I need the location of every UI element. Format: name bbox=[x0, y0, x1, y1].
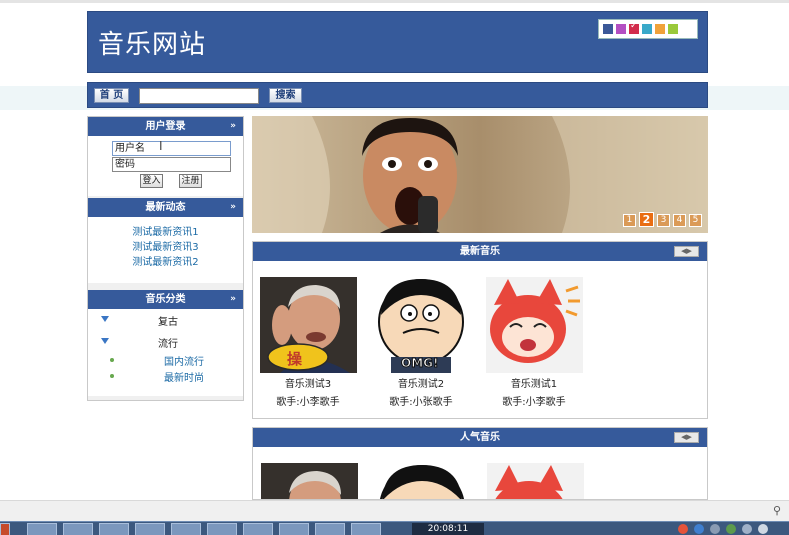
music-artist: 歌手:小张歌手 bbox=[389, 397, 453, 408]
bullet-icon bbox=[110, 374, 114, 378]
category-section-title: 音乐分类 bbox=[145, 294, 186, 305]
banner-pager: 1 2 3 4 5 bbox=[623, 212, 702, 227]
login-section-title: 用户登录 bbox=[145, 121, 186, 132]
album-thumbnail[interactable] bbox=[374, 463, 471, 500]
news-panel: 测试最新资讯1 测试最新资讯3 测试最新资讯2 bbox=[88, 217, 243, 283]
scroll-arrows-icon[interactable]: ◀▶ bbox=[674, 432, 699, 443]
os-taskbar: 20:08:11 bbox=[0, 521, 789, 535]
site-header: 音乐网站 bbox=[87, 11, 708, 73]
tray-help-icon[interactable] bbox=[694, 524, 704, 534]
theme-swatch-3[interactable] bbox=[642, 24, 652, 34]
theme-swatch-0[interactable] bbox=[603, 24, 613, 34]
taskbar-app[interactable] bbox=[63, 523, 93, 535]
theme-swatch-1[interactable] bbox=[616, 24, 626, 34]
news-item[interactable]: 测试最新资讯1 bbox=[88, 223, 243, 238]
password-field[interactable]: 密码 bbox=[112, 157, 231, 172]
theme-swatch-5[interactable] bbox=[668, 24, 678, 34]
category-section-header[interactable]: 音乐分类 » bbox=[88, 290, 243, 309]
banner-page-button-active[interactable]: 2 bbox=[639, 212, 654, 227]
album-thumbnail[interactable] bbox=[259, 277, 357, 373]
login-section-header[interactable]: 用户登录 » bbox=[88, 117, 243, 136]
nav-bar: 首 页 搜索 bbox=[87, 82, 708, 108]
register-button[interactable]: 注册 bbox=[179, 174, 202, 188]
login-button[interactable]: 登入 bbox=[140, 174, 163, 188]
pin-icon[interactable]: ⚲ bbox=[773, 504, 781, 517]
taskbar-app[interactable] bbox=[351, 523, 381, 535]
category-panel: 复古 流行 国内流行 最新时尚 bbox=[88, 309, 243, 396]
news-item[interactable]: 测试最新资讯3 bbox=[88, 238, 243, 253]
album-thumbnail[interactable] bbox=[261, 463, 358, 500]
popular-music-section: 人气音乐 ◀▶ bbox=[252, 427, 708, 500]
taskbar-app[interactable] bbox=[99, 523, 129, 535]
popular-music-header: 人气音乐 ◀▶ bbox=[253, 428, 707, 447]
theme-swatch-4[interactable] bbox=[655, 24, 665, 34]
expand-triangle-icon[interactable] bbox=[101, 316, 109, 322]
tray-settings-icon[interactable] bbox=[710, 524, 720, 534]
home-button[interactable]: 首 页 bbox=[94, 88, 129, 103]
news-item[interactable]: 测试最新资讯2 bbox=[88, 253, 243, 268]
music-title[interactable]: 音乐测试3 bbox=[258, 375, 358, 390]
banner-page-button[interactable]: 1 bbox=[623, 214, 636, 227]
theme-color-picker bbox=[598, 19, 698, 39]
banner-page-button[interactable]: 4 bbox=[673, 214, 686, 227]
collapse-chevron-icon[interactable]: » bbox=[230, 198, 236, 217]
site-title: 音乐网站 bbox=[98, 30, 207, 60]
subcategory-item[interactable]: 国内流行 bbox=[164, 353, 204, 368]
username-field[interactable]: 用户名 bbox=[112, 141, 231, 156]
tray-volume-icon[interactable] bbox=[742, 524, 752, 534]
latest-music-title: 最新音乐 bbox=[460, 246, 500, 257]
thumbnail-badge: OMG! bbox=[400, 356, 439, 371]
taskbar-app[interactable] bbox=[171, 523, 201, 535]
search-button[interactable]: 搜索 bbox=[269, 88, 302, 103]
music-title[interactable]: 音乐测试2 bbox=[371, 375, 471, 390]
browser-top-edge bbox=[0, 0, 789, 3]
search-input[interactable] bbox=[139, 88, 259, 104]
banner-page-button[interactable]: 5 bbox=[689, 214, 702, 227]
browser-status-bar: ⚲ bbox=[0, 500, 789, 521]
tray-misc-icon[interactable] bbox=[758, 524, 768, 534]
login-panel: 用户名 密码 I 登入 注册 bbox=[88, 136, 243, 196]
collapse-chevron-icon[interactable]: » bbox=[230, 290, 236, 309]
theme-swatch-2[interactable] bbox=[629, 21, 639, 34]
news-section-header[interactable]: 最新动态 » bbox=[88, 198, 243, 217]
music-artist: 歌手:小李歌手 bbox=[502, 397, 566, 408]
banner-page-button[interactable]: 3 bbox=[657, 214, 670, 227]
collapse-chevron-icon[interactable]: » bbox=[230, 117, 236, 136]
taskbar-app[interactable] bbox=[279, 523, 309, 535]
popular-music-title: 人气音乐 bbox=[460, 432, 500, 443]
album-thumbnail[interactable] bbox=[485, 277, 583, 373]
text-cursor-icon: I bbox=[159, 139, 163, 153]
banner-slideshow[interactable]: 1 2 3 4 5 bbox=[252, 116, 708, 233]
category-item[interactable]: 流行 bbox=[158, 335, 178, 350]
music-card[interactable]: 音乐测试3 歌手:小李歌手 bbox=[258, 277, 358, 408]
album-thumbnail[interactable] bbox=[487, 463, 584, 500]
music-card[interactable]: 音乐测试1 歌手:小李歌手 bbox=[484, 277, 584, 408]
tray-network-icon[interactable] bbox=[726, 524, 736, 534]
latest-music-section: 最新音乐 ◀▶ 音乐测试3 歌手:小李歌手 操 音乐测试2 歌手:小张歌手 OM… bbox=[252, 241, 708, 419]
music-title[interactable]: 音乐测试1 bbox=[484, 375, 584, 390]
tray-app-icon[interactable] bbox=[678, 524, 688, 534]
thumbnail-badge: 操 bbox=[287, 350, 303, 368]
scroll-arrows-icon[interactable]: ◀▶ bbox=[674, 246, 699, 257]
taskbar-app[interactable] bbox=[315, 523, 345, 535]
taskbar-app[interactable] bbox=[27, 523, 57, 535]
start-button[interactable] bbox=[0, 523, 10, 535]
music-card[interactable]: 音乐测试2 歌手:小张歌手 bbox=[371, 277, 471, 408]
news-section-title: 最新动态 bbox=[145, 202, 186, 213]
expand-triangle-icon[interactable] bbox=[101, 338, 109, 344]
music-artist: 歌手:小李歌手 bbox=[276, 397, 340, 408]
taskbar-clock[interactable]: 20:08:11 bbox=[412, 523, 484, 535]
latest-music-header: 最新音乐 ◀▶ bbox=[253, 242, 707, 261]
sidebar: 用户登录 » 用户名 密码 I 登入 注册 最新动态 » 测试最新资讯1 测试最… bbox=[87, 116, 244, 401]
bullet-icon bbox=[110, 358, 114, 362]
subcategory-item[interactable]: 最新时尚 bbox=[164, 369, 204, 384]
taskbar-app[interactable] bbox=[207, 523, 237, 535]
taskbar-app[interactable] bbox=[243, 523, 273, 535]
taskbar-app[interactable] bbox=[135, 523, 165, 535]
category-item[interactable]: 复古 bbox=[158, 313, 178, 328]
